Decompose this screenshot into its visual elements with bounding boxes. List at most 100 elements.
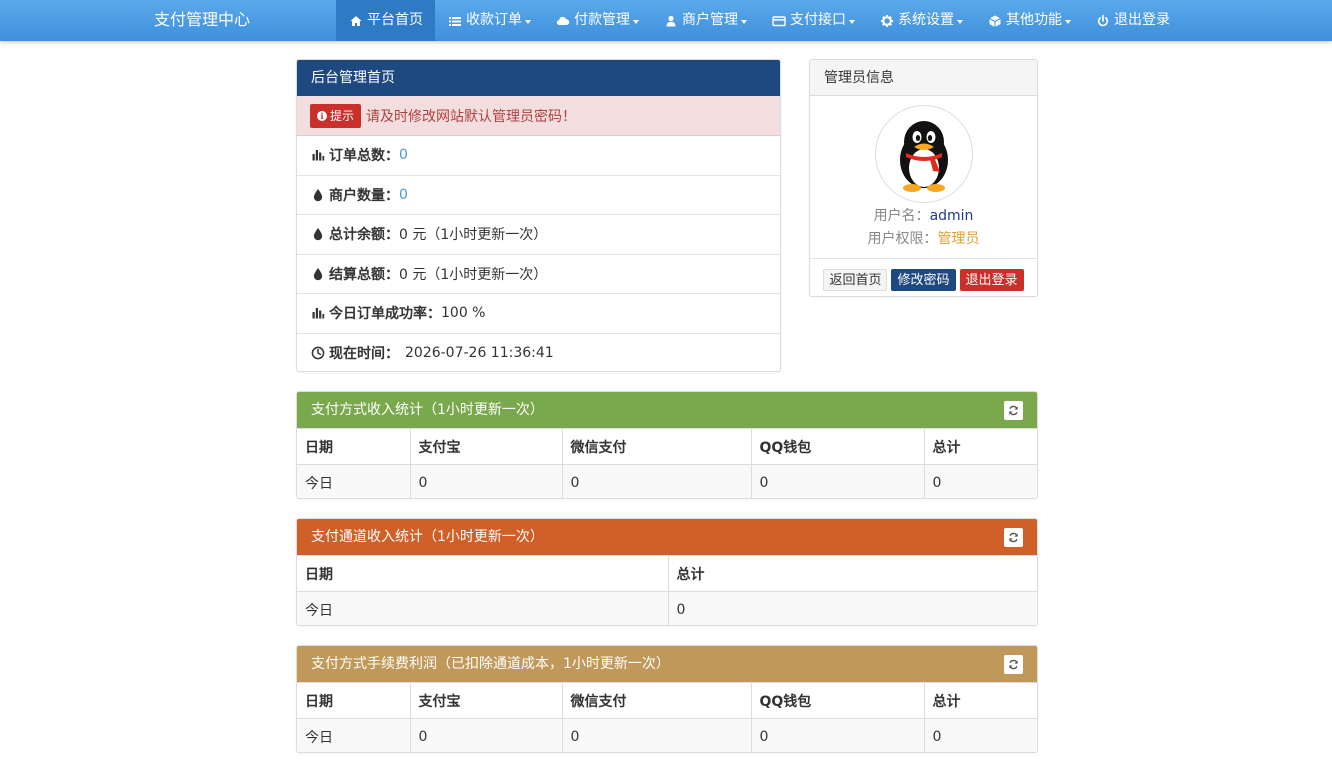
list-icon [449,16,461,26]
alert-text: 请及时修改网站默认管理员密码！ [366,108,577,125]
nav-orders-label: 收款订单 [466,12,522,28]
refresh-icon [1009,659,1018,670]
table-header: 微信支付 [562,682,752,719]
list-item: 今日订单成功率： 100 % [297,294,780,334]
table-header: 总计 [668,555,1037,592]
fee-profit-table: 日期 支付宝 微信支付 QQ钱包 总计 今日 0 0 0 0 [297,682,1037,752]
nav-logout[interactable]: 退出登录 [1083,0,1182,41]
nav-orders[interactable]: 收款订单 [435,0,543,41]
refresh-button[interactable] [1004,655,1023,674]
total-balance-label: 总计余额： [329,227,399,244]
nav-payout[interactable]: 付款管理 [543,0,651,41]
payment-method-stats-panel: 支付方式收入统计（1小时更新一次） 日期 支付宝 微信支付 QQ钱包 总计 今日… [296,391,1038,499]
nav-pay-api[interactable]: 支付接口 [759,0,867,41]
table-header: 支付宝 [410,682,563,719]
total-balance-value: 0 元（1小时更新一次） [399,227,548,244]
back-home-button[interactable]: 返回首页 [823,268,888,291]
refresh-icon [1009,405,1018,416]
channel-stats-title-text: 支付通道收入统计（1小时更新一次） [311,529,544,545]
admin-panel-title: 管理员信息 [810,60,1037,96]
list-item: 商户数量： 0 [297,176,780,215]
table-cell: 今日 [297,591,669,625]
nav-other[interactable]: 其他功能 [975,0,1083,41]
table-cell: 今日 [297,464,411,498]
table-header-row: 日期 支付宝 微信支付 QQ钱包 总计 [297,428,1037,465]
success-rate-label: 今日订单成功率： [329,306,441,323]
merchant-count-label: 商户数量： [329,187,399,204]
payment-method-table: 日期 支付宝 微信支付 QQ钱包 总计 今日 0 0 0 0 [297,428,1037,498]
logout-button[interactable]: 退出登录 [959,268,1024,291]
table-header: 日期 [297,428,411,465]
role-value: 管理员 [937,231,980,247]
admin-actions: 返回首页 修改密码 退出登录 [810,258,1037,296]
merchant-count-value[interactable]: 0 [399,187,408,203]
list-item: 结算总额： 0 元（1小时更新一次） [297,255,780,294]
main-nav: 平台首页 收款订单 付款管理 商户管理 支付接口 系统设置 其他功能 退出登录 [336,0,1182,41]
table-cell: 0 [751,718,925,752]
nav-settings[interactable]: 系统设置 [867,0,975,41]
channel-table: 日期 总计 今日 0 [297,555,1037,625]
power-icon [1097,14,1109,26]
channel-stats-title: 支付通道收入统计（1小时更新一次） [297,519,1037,555]
chevron-down-icon [741,19,747,24]
table-cell: 0 [924,718,1037,752]
tip-badge-label: 提示 [330,108,355,123]
refresh-icon [1009,532,1018,543]
settlement-total-value: 0 元（1小时更新一次） [399,266,548,283]
droplet-icon [313,228,323,241]
fee-profit-stats-panel: 支付方式手续费利润（已扣除通道成本，1小时更新一次） 日期 支付宝 微信支付 Q… [296,645,1038,753]
dashboard-panel-title: 后台管理首页 [297,60,780,96]
table-cell: 0 [562,464,752,498]
channel-stats-panel: 支付通道收入统计（1小时更新一次） 日期 总计 今日 0 [296,518,1038,626]
nav-merchant[interactable]: 商户管理 [651,0,759,41]
home-icon [350,15,362,26]
table-cell: 0 [562,718,752,752]
username-value: admin [929,208,974,224]
table-row: 今日 0 0 0 0 [297,718,1037,752]
table-header: QQ钱包 [751,682,925,719]
current-time-value: 2026-07-26 11:36:41 [405,345,554,362]
order-count-label: 订单总数： [329,148,399,165]
qq-penguin-icon [899,121,948,192]
fee-profit-stats-title-text: 支付方式手续费利润（已扣除通道成本，1小时更新一次） [311,656,670,672]
payment-method-stats-title-text: 支付方式收入统计（1小时更新一次） [311,402,544,418]
nav-merchant-label: 商户管理 [682,12,738,28]
table-cell: 0 [924,464,1037,498]
tip-badge: i 提示 [310,103,362,128]
list-item: 总计余额： 0 元（1小时更新一次） [297,215,780,255]
fee-profit-stats-title: 支付方式手续费利润（已扣除通道成本，1小时更新一次） [297,646,1037,682]
card-icon [772,15,786,26]
chevron-down-icon [849,19,855,24]
nav-payout-label: 付款管理 [574,12,630,28]
change-password-button[interactable]: 修改密码 [891,268,956,291]
table-header-row: 日期 支付宝 微信支付 QQ钱包 总计 [297,682,1037,719]
table-header: 微信支付 [562,428,752,465]
table-header: QQ钱包 [751,428,925,465]
chevron-down-icon [633,19,639,24]
table-row: 今日 0 [297,591,1037,625]
list-item: 订单总数： 0 [297,136,780,176]
nav-home[interactable]: 平台首页 [336,0,435,41]
table-header: 日期 [297,555,669,592]
list-item: 现在时间： 2026-07-26 11:36:41 [297,334,780,372]
brand-title[interactable]: 支付管理中心 [154,0,250,41]
order-count-value[interactable]: 0 [399,147,408,163]
username-line: 用户名：admin [810,206,1037,227]
droplet-icon [313,188,323,201]
nav-logout-label: 退出登录 [1114,12,1170,28]
bar-chart-icon [312,150,325,161]
nav-pay-api-label: 支付接口 [790,12,846,28]
bar-chart-icon [312,308,325,319]
table-header: 总计 [924,428,1037,465]
chevron-down-icon [957,19,963,24]
username-label: 用户名： [873,208,930,224]
info-icon: i [317,110,327,121]
table-header: 支付宝 [410,428,563,465]
cloud-icon [556,16,570,25]
refresh-button[interactable] [1004,528,1023,547]
table-cell: 0 [668,591,1037,625]
gear-icon [881,14,893,27]
table-cell: 0 [410,718,563,752]
admin-panel-body: 用户名：admin 用户权限：管理员 返回首页 修改密码 退出登录 [810,105,1037,296]
refresh-button[interactable] [1004,401,1023,420]
